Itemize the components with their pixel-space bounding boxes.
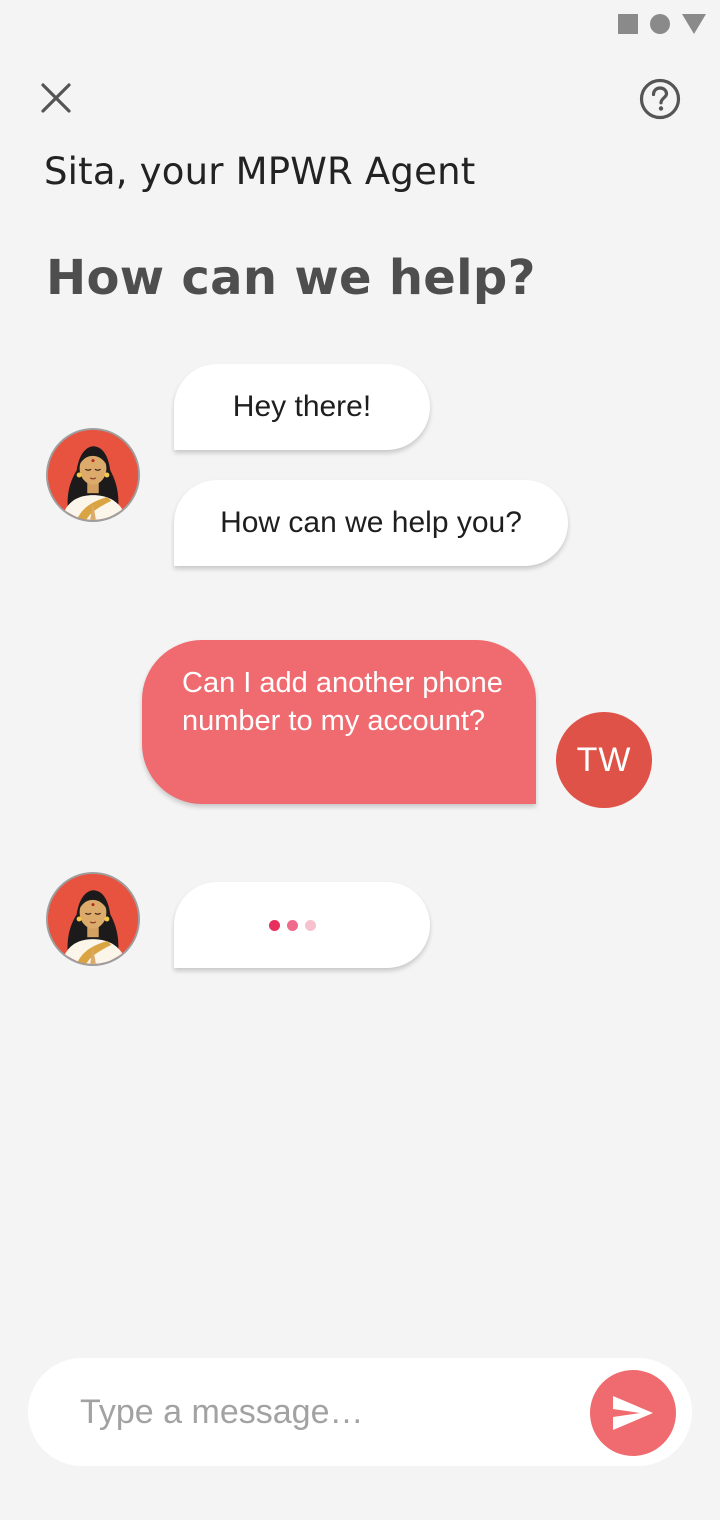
close-icon bbox=[41, 83, 71, 113]
help-button[interactable] bbox=[638, 77, 682, 121]
typing-dots bbox=[268, 919, 316, 931]
message-input[interactable] bbox=[80, 1384, 560, 1440]
user-avatar: TW bbox=[556, 712, 652, 808]
agent-message: Hey there! bbox=[174, 364, 430, 450]
agent-avatar bbox=[46, 428, 140, 522]
close-button[interactable] bbox=[36, 78, 76, 118]
typing-indicator bbox=[174, 882, 430, 968]
circle-icon bbox=[650, 14, 670, 34]
agent-avatar bbox=[46, 872, 140, 966]
send-button[interactable] bbox=[590, 1370, 676, 1456]
agent-title: Sita, your MPWR Agent bbox=[44, 150, 476, 193]
typing-dot bbox=[286, 919, 298, 931]
status-bar bbox=[618, 12, 706, 36]
help-icon bbox=[639, 78, 681, 120]
send-icon bbox=[613, 1396, 653, 1430]
triangle-icon bbox=[682, 14, 706, 34]
agent-message: How can we help you? bbox=[174, 480, 568, 566]
square-icon bbox=[618, 14, 638, 34]
typing-dot bbox=[268, 919, 280, 931]
typing-dot bbox=[304, 919, 316, 931]
user-message: Can I add another phone number to my acc… bbox=[142, 640, 536, 804]
page-heading: How can we help? bbox=[46, 250, 536, 306]
message-composer bbox=[28, 1358, 692, 1466]
chat-screen: Sita, your MPWR Agent How can we help? H… bbox=[0, 0, 720, 1520]
